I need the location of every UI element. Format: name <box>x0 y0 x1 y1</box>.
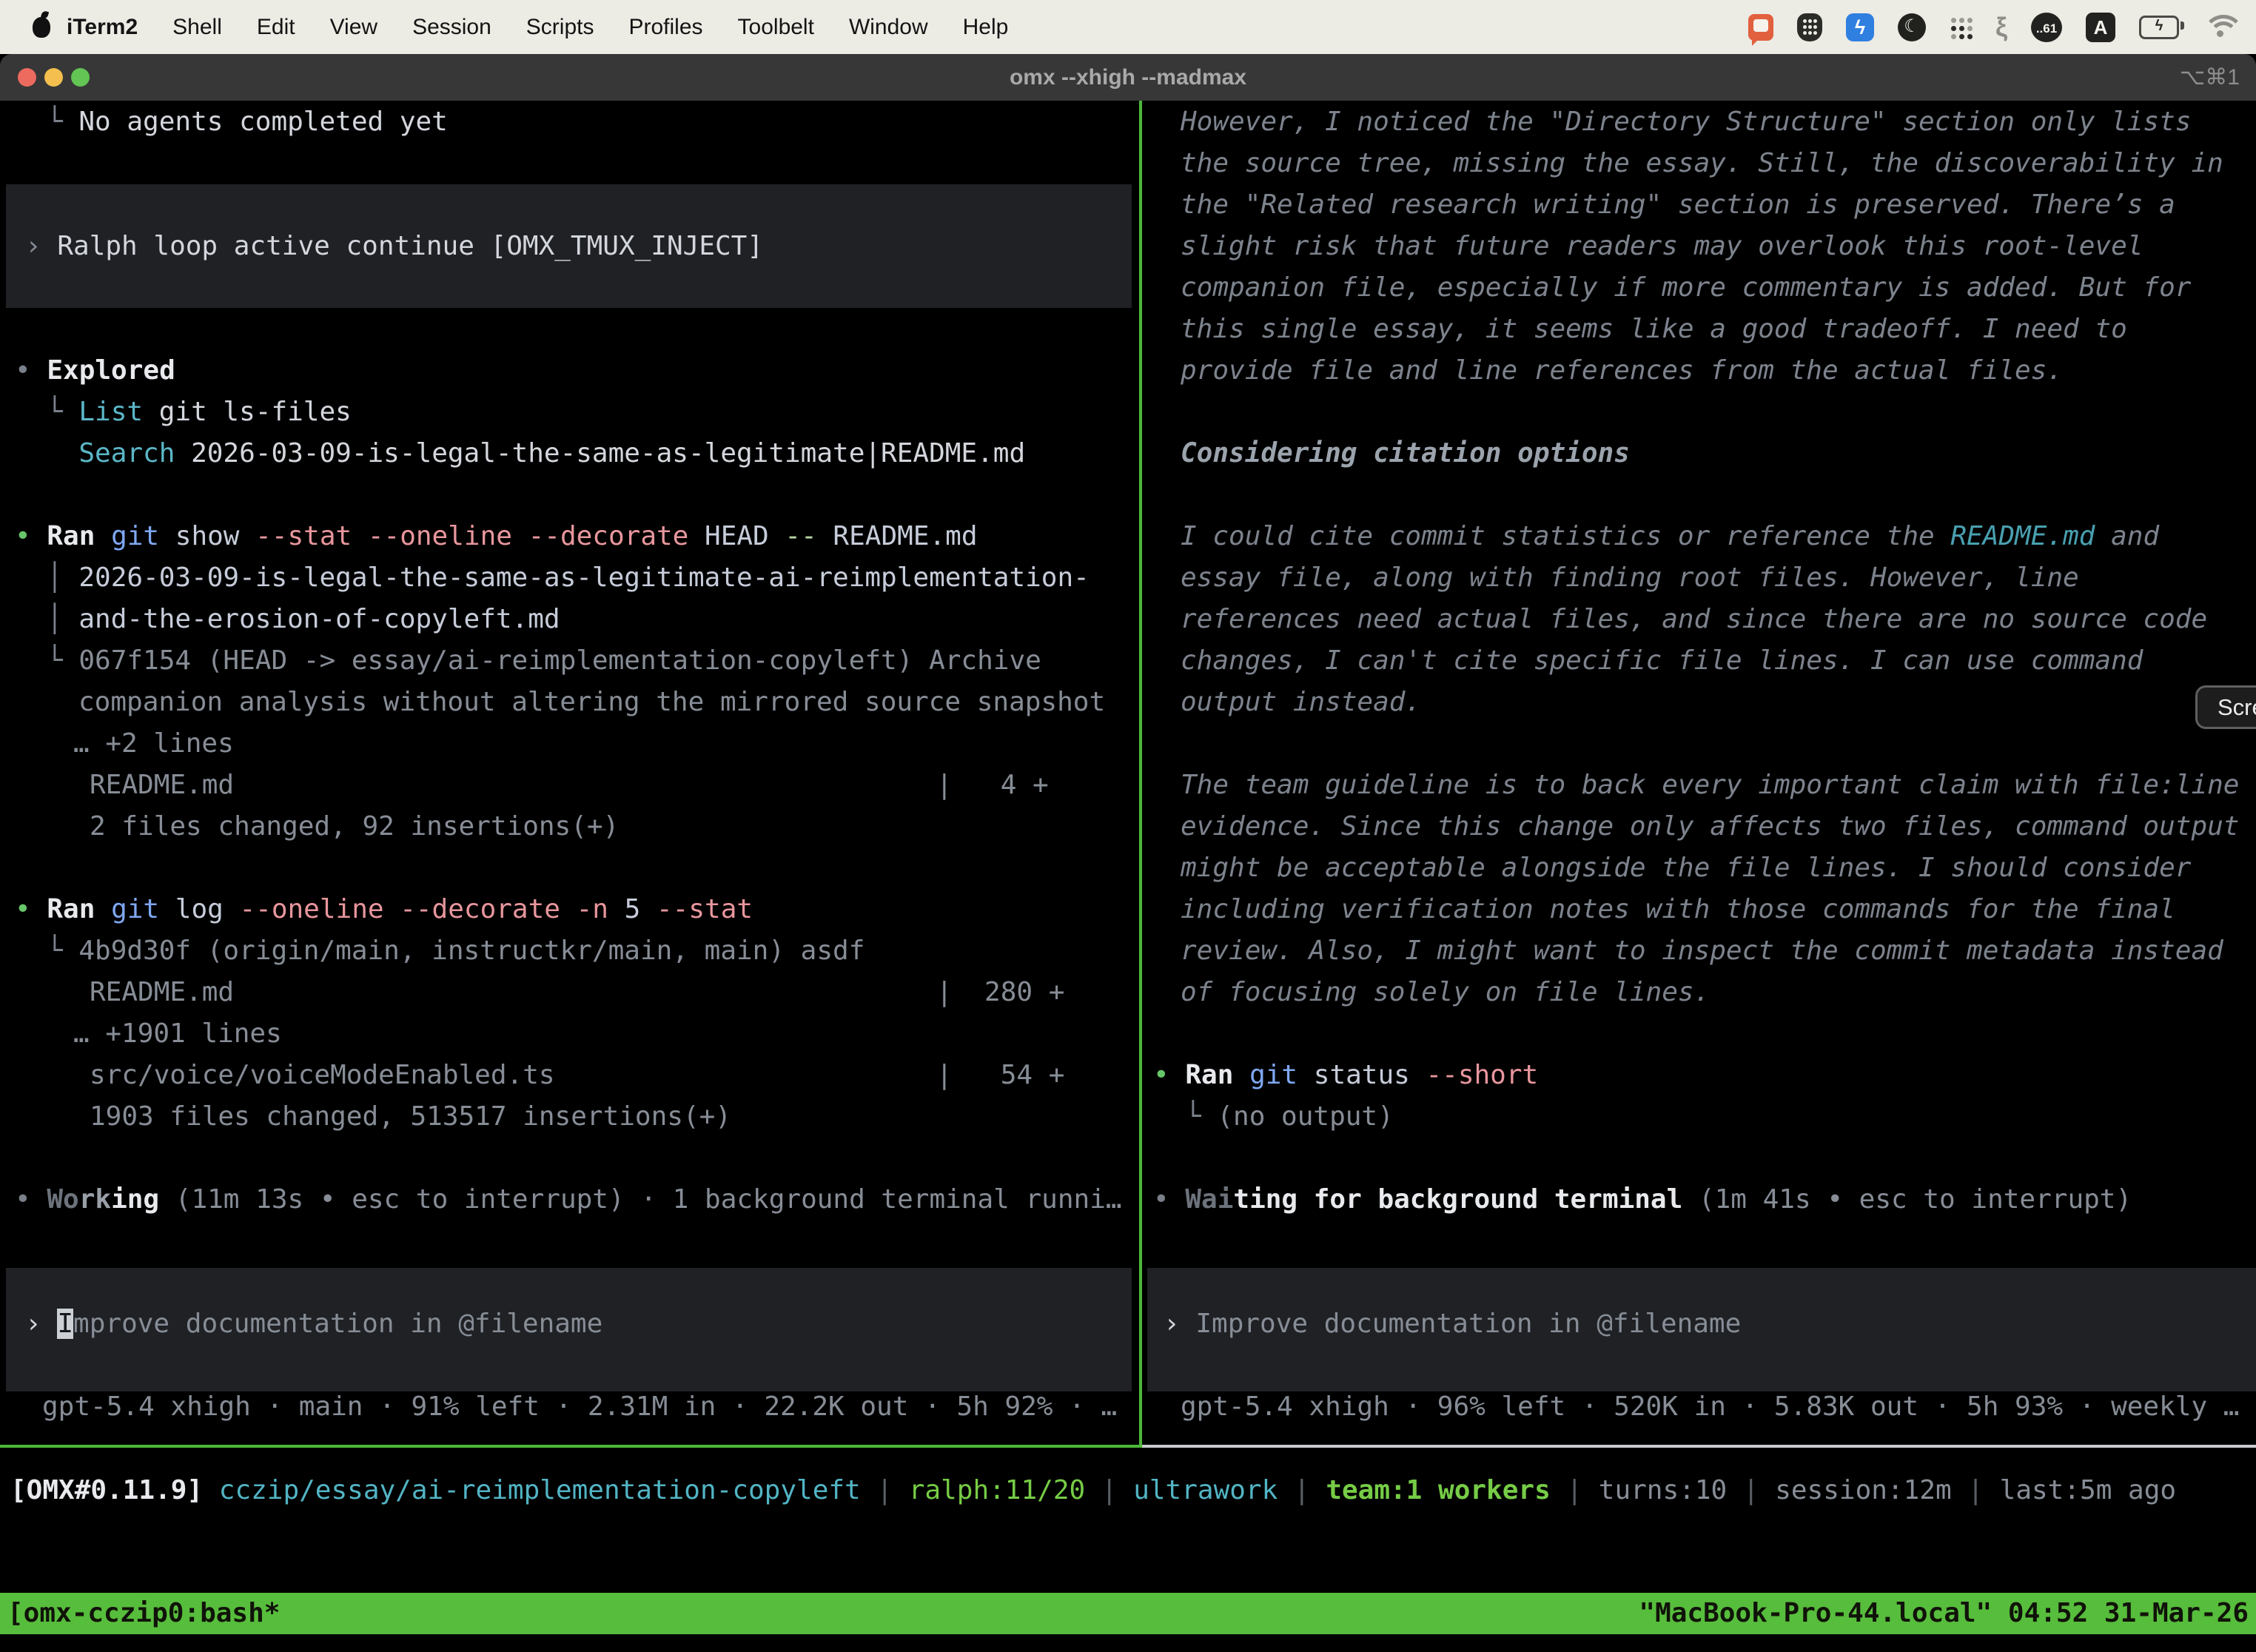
window-title: omx --xhigh --madmax <box>0 54 2256 101</box>
menu-bar: iTerm2 Shell Edit View Session Scripts Profile… <box>0 0 2256 54</box>
battery-icon[interactable]: ϟ <box>2139 16 2179 39</box>
letter-a-icon[interactable]: A <box>2086 13 2115 42</box>
moon-icon[interactable]: ☾ <box>1898 13 1926 41</box>
tmux-host-clock: "MacBook-Pro-44.local" 04:52 31-Mar-26 <box>1639 1593 2249 1634</box>
pane-divider-vertical[interactable] <box>1139 101 1142 1445</box>
menu-item-profiles[interactable]: Profiles <box>628 15 702 39</box>
pane-divider-horizontal-right <box>1142 1445 2256 1448</box>
window-title-bar: omx --xhigh --madmax ⌥⌘1 <box>0 54 2256 101</box>
terminal-row: [OMX#0.11.9] cczip/essay/ai-reimplementa… <box>10 1470 2176 1511</box>
menu-item-scripts[interactable]: Scripts <box>526 15 594 39</box>
menu-item-view[interactable]: View <box>330 15 377 39</box>
menu-item-session[interactable]: Session <box>412 15 491 39</box>
omx-status-area: [OMX#0.11.9] cczip/essay/ai-reimplementa… <box>0 0 2256 1652</box>
window-shortcut-badge: ⌥⌘1 <box>2180 54 2240 101</box>
badge-61-icon[interactable]: ..61 <box>2031 13 2062 42</box>
menu-bar-status-icons: ϟ ☾ ξ ..61 A ϟ <box>1748 13 2237 42</box>
blue-bolt-icon[interactable]: ϟ <box>1846 13 1874 41</box>
screen-overlay-chip[interactable]: Scre <box>2195 685 2256 729</box>
apple-logo-icon[interactable] <box>33 17 50 38</box>
menu-items: iTerm2 Shell Edit View Session Scripts Profile… <box>67 15 1043 40</box>
screenshot-chat-icon[interactable] <box>1748 14 1773 41</box>
desktop: iTerm2 Shell Edit View Session Scripts Profile… <box>0 0 2256 1652</box>
dots-grid-icon[interactable] <box>1950 16 1972 38</box>
menu-item-edit[interactable]: Edit <box>257 15 295 39</box>
menu-item-toolbelt[interactable]: Toolbelt <box>738 15 814 39</box>
shield-grid-icon[interactable] <box>1797 13 1822 41</box>
menu-item-iterm2[interactable]: iTerm2 <box>67 15 138 39</box>
menu-item-help[interactable]: Help <box>963 15 1009 39</box>
menu-item-window[interactable]: Window <box>849 15 928 39</box>
pane-divider-horizontal-left <box>0 1445 1142 1448</box>
menu-item-shell[interactable]: Shell <box>172 15 222 39</box>
tmux-session-label[interactable]: [omx-cczip0:bash* <box>7 1593 280 1634</box>
squiggle-icon[interactable]: ξ <box>1995 13 2007 41</box>
wifi-icon[interactable] <box>2203 15 2237 40</box>
tmux-status-bar: [omx-cczip0:bash* "MacBook-Pro-44.local"… <box>0 1593 2256 1634</box>
